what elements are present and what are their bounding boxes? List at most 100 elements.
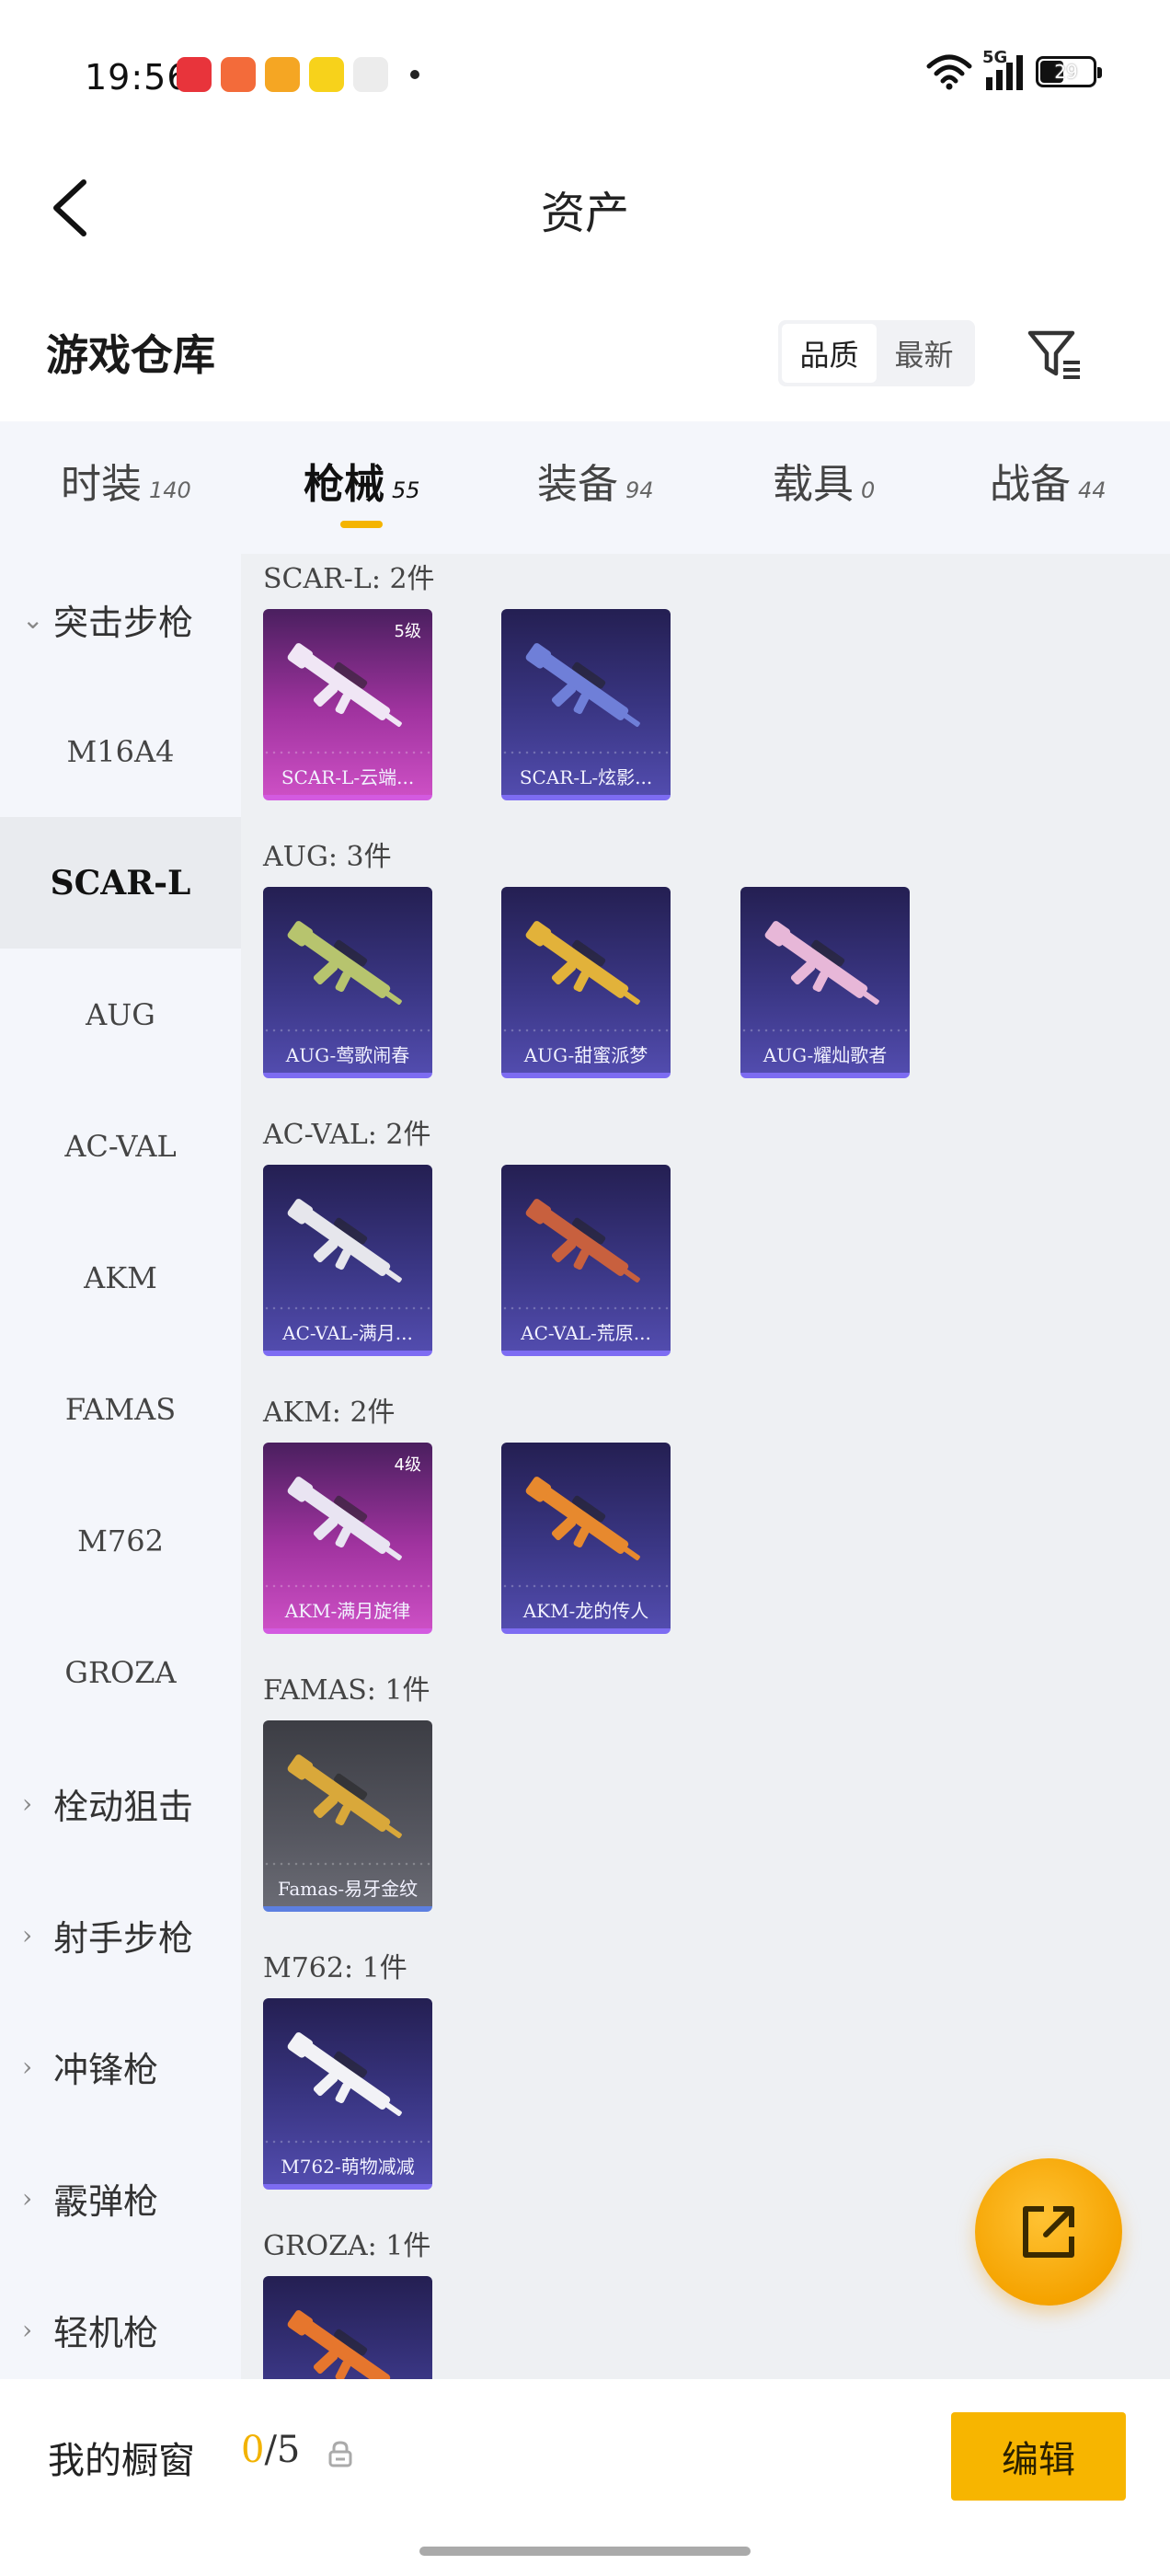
weapon-skin-card[interactable]: AKM-龙的传人: [501, 1443, 671, 1634]
rifle-icon: [525, 921, 640, 1006]
active-tab-indicator: [340, 521, 383, 528]
weapon-skin-card[interactable]: AUG-耀灿歌者: [740, 887, 910, 1078]
tab-fashion[interactable]: 时装 140: [61, 451, 191, 524]
sidebar-group-lmgs[interactable]: › 轻机枪: [0, 2264, 241, 2379]
sidebar-item-famas[interactable]: FAMAS: [0, 1343, 241, 1475]
chevron-right-icon: ›: [22, 1920, 33, 1950]
lock-icon: [328, 2441, 352, 2467]
sidebar-item-aug[interactable]: AUG: [0, 949, 241, 1080]
share-button[interactable]: [975, 2158, 1122, 2306]
share-external-icon: [1023, 2206, 1074, 2258]
rifle-icon: [525, 643, 640, 728]
tab-vehicles[interactable]: 载具 0: [773, 451, 875, 524]
status-time: 19:56: [85, 57, 190, 98]
sidebar-group-smgs[interactable]: › 冲锋枪: [0, 2001, 241, 2133]
skin-name: AUG-耀灿歌者: [763, 1044, 888, 1066]
card-pattern: [263, 2138, 432, 2147]
game-app-icon: [221, 57, 256, 92]
tab-firearms[interactable]: 枪械 55: [304, 451, 420, 524]
rifle-icon: [525, 1477, 640, 1561]
showcase-bar: 我的橱窗 0/5 编辑: [0, 2379, 1170, 2576]
showcase-current: 0: [241, 2429, 265, 2471]
skin-name: SCAR-L-炫影...: [519, 766, 653, 788]
title-bar: 资产: [0, 147, 1170, 267]
cellular-signal-icon: 5G: [982, 48, 1023, 90]
sidebar-item-m762[interactable]: M762: [0, 1475, 241, 1606]
sort-toggle: 品质 最新: [778, 320, 975, 386]
skin-name: M762-萌物减减: [281, 2156, 415, 2178]
weapon-skin-card[interactable]: [263, 2276, 432, 2379]
card-pattern: [501, 1582, 671, 1592]
weapon-skin-card[interactable]: Famas-易牙金纹: [263, 1720, 432, 1912]
warehouse-header: 游戏仓库 品质 最新: [0, 304, 1170, 405]
rifle-icon: [764, 921, 879, 1006]
rifle-icon: [287, 643, 402, 728]
card-pattern: [501, 1027, 671, 1036]
chevron-down-icon: ⌄: [22, 604, 44, 635]
page-title: 资产: [540, 188, 629, 239]
weapon-skin-card[interactable]: SCAR-L-炫影...: [501, 609, 671, 800]
chevron-right-icon: ›: [22, 2183, 33, 2214]
sidebar-item-m16a4[interactable]: M16A4: [0, 685, 241, 817]
weapon-skin-grid: SCAR-L: 2件 AUG: 3件 AC-VAL: 2件 AKM: 2件 FA…: [241, 554, 1170, 2379]
skin-name: AUG-莺歌闹春: [285, 1044, 410, 1066]
sort-by-quality-button[interactable]: 品质: [782, 324, 877, 383]
weapon-skin-card[interactable]: AC-VAL-荒原...: [501, 1165, 671, 1356]
sidebar-item-groza[interactable]: GROZA: [0, 1606, 241, 1738]
sort-by-newest-button[interactable]: 最新: [877, 324, 971, 383]
network-type: 5G: [982, 48, 1008, 67]
section-label-famas: FAMAS: 1件: [263, 1674, 430, 1707]
wifi-icon: [926, 54, 972, 90]
weapon-skin-card[interactable]: AUG-甜蜜派梦: [501, 887, 671, 1078]
skin-name: AC-VAL-荒原...: [521, 1322, 651, 1344]
skin-name: AUG-甜蜜派梦: [523, 1044, 648, 1066]
status-bar: 19:56 5G 29: [0, 0, 1170, 147]
section-label-aug: AUG: 3件: [263, 841, 392, 873]
sidebar-item-ac-val[interactable]: AC-VAL: [0, 1080, 241, 1212]
rifle-icon: [287, 921, 402, 1006]
sidebar-item-scar-l[interactable]: SCAR-L: [0, 817, 241, 949]
sidebar-group-shotguns[interactable]: › 霰弹枪: [0, 2133, 241, 2264]
chevron-right-icon: ›: [22, 2315, 33, 2345]
card-pattern: [740, 1027, 910, 1036]
weapon-type-sidebar: ⌄ 突击步枪 M16A4 SCAR-L AUG AC-VAL AKM FAMAS…: [0, 554, 241, 2379]
skin-name: AC-VAL-满月...: [282, 1322, 413, 1344]
weapon-skin-card[interactable]: M762-萌物减减: [263, 1998, 432, 2190]
filter-icon: [1027, 330, 1080, 379]
sidebar-group-marksman-rifles[interactable]: › 射手步枪: [0, 1869, 241, 2001]
sidebar-item-akm[interactable]: AKM: [0, 1212, 241, 1343]
rifle-icon: [287, 2032, 402, 2117]
flower-app-icon: [353, 57, 388, 92]
section-label-groza: GROZA: 1件: [263, 2230, 431, 2262]
home-indicator[interactable]: [419, 2547, 751, 2556]
skin-name: AKM-满月旋律: [284, 1600, 411, 1622]
weapon-skin-card[interactable]: AUG-莺歌闹春: [263, 887, 432, 1078]
tab-tactical[interactable]: 战备 44: [990, 451, 1107, 524]
weapon-skin-card[interactable]: 4级 AKM-满月旋律: [263, 1443, 432, 1634]
showcase-total: /5: [264, 2429, 301, 2471]
rifle-icon: [287, 1754, 402, 1839]
rifle-icon: [287, 1477, 402, 1561]
category-tabs: 时装 140 枪械 55 装备 94 载具 0 战备 44: [0, 421, 1170, 554]
card-pattern: [263, 1027, 432, 1036]
section-label-ac-val: AC-VAL: 2件: [263, 1119, 431, 1151]
skin-name: SCAR-L-云端...: [281, 766, 415, 788]
section-label-scar-l: SCAR-L: 2件: [263, 563, 435, 595]
sidebar-group-assault-rifles[interactable]: ⌄ 突击步枪: [0, 554, 241, 685]
weapon-skin-card[interactable]: 5级 SCAR-L-云端...: [263, 609, 432, 800]
weapon-skin-card[interactable]: AC-VAL-满月...: [263, 1165, 432, 1356]
section-label-m762: M762: 1件: [263, 1952, 407, 1984]
battery-level: 29: [1054, 61, 1078, 83]
card-pattern: [263, 1305, 432, 1314]
card-pattern: [263, 749, 432, 758]
more-notifications-dot: [410, 70, 419, 79]
skin-name: Famas-易牙金纹: [277, 1878, 419, 1900]
tab-equipment[interactable]: 装备 94: [537, 451, 654, 524]
chevron-right-icon: ›: [22, 1788, 33, 1819]
card-pattern: [263, 1582, 432, 1592]
notification-icons: [177, 57, 419, 92]
filter-button[interactable]: [1023, 322, 1087, 386]
sidebar-group-bolt-action-snipers[interactable]: › 栓动狙击: [0, 1738, 241, 1869]
showcase-label: 我的橱窗: [48, 2440, 195, 2482]
edit-showcase-button[interactable]: 编辑: [951, 2412, 1126, 2501]
